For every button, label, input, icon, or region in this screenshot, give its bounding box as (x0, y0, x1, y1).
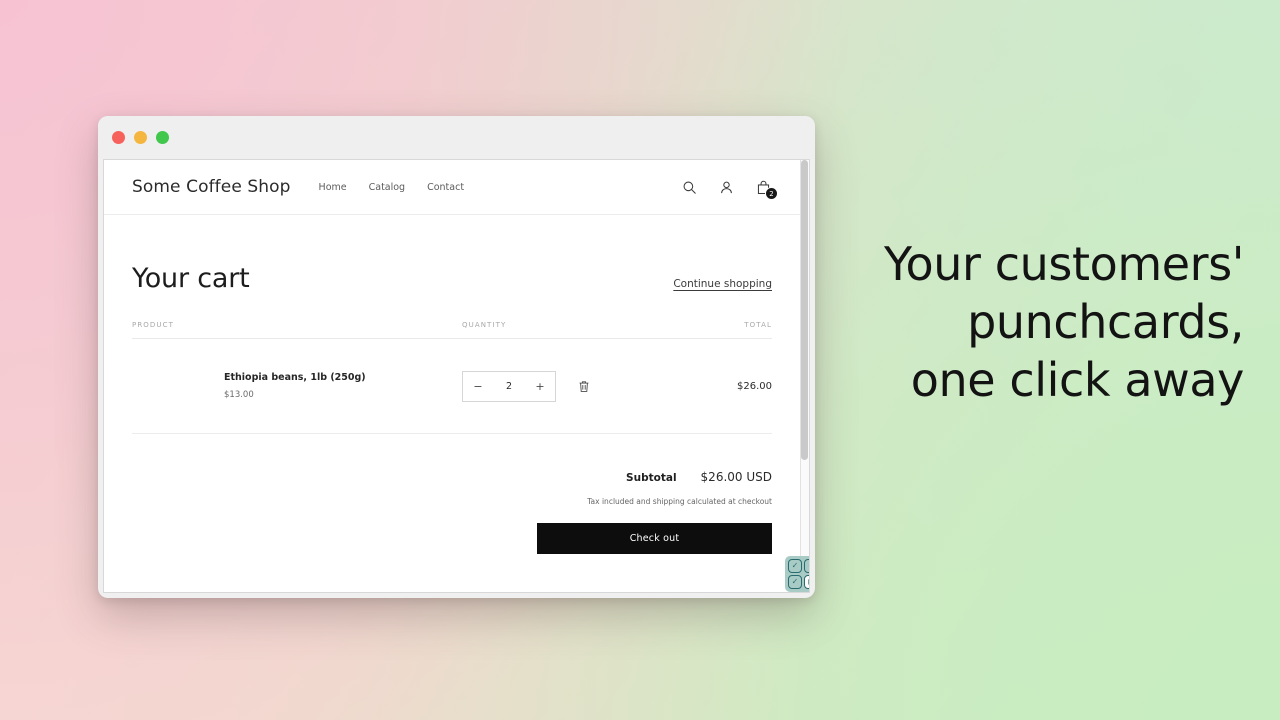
checkout-button[interactable]: Check out (537, 523, 772, 554)
site-header: Some Coffee Shop Home Catalog Contact 2 (104, 160, 800, 215)
quantity-value[interactable]: 2 (493, 381, 525, 392)
minimize-window-button[interactable] (134, 131, 147, 144)
punch-cell-1: ✓ (788, 559, 802, 573)
table-row: Ethiopia beans, 1lb (250g) $13.00 − 2 + (132, 339, 772, 434)
header-actions: 2 (680, 178, 778, 200)
page-title: Your cart (132, 263, 250, 294)
nav-link-contact[interactable]: Contact (427, 182, 464, 193)
punch-cell-2: ✓ (804, 559, 809, 573)
tax-shipping-note: Tax included and shipping calculated at … (587, 497, 772, 506)
quantity-cell: − 2 + (462, 370, 662, 402)
punchcard-widget-launcher[interactable]: ✓ ✓ ✓ ◼ (785, 556, 809, 592)
close-window-button[interactable] (112, 131, 125, 144)
cart-icon[interactable]: 2 (754, 178, 778, 200)
store-brand[interactable]: Some Coffee Shop (132, 177, 291, 197)
maximize-window-button[interactable] (156, 131, 169, 144)
product-info: Ethiopia beans, 1lb (250g) $13.00 (224, 372, 366, 400)
product-thumbnail (132, 357, 210, 415)
increase-quantity-button[interactable]: + (525, 372, 555, 401)
search-icon[interactable] (680, 178, 698, 196)
nav-link-catalog[interactable]: Catalog (369, 182, 405, 193)
nav-link-home[interactable]: Home (319, 182, 347, 193)
subtotal-value: $26.00 USD (700, 470, 772, 484)
trash-icon[interactable] (578, 380, 590, 393)
punch-cell-3: ✓ (788, 575, 802, 589)
continue-shopping-link[interactable]: Continue shopping (673, 278, 772, 290)
marketing-line-1: Your customers' (883, 237, 1244, 291)
marketing-line-3: one click away (910, 352, 1245, 407)
main-navigation: Home Catalog Contact (319, 182, 465, 193)
scrollbar-thumb[interactable] (801, 160, 808, 460)
cart-section: Your cart Continue shopping PRODUCT QUAN… (104, 215, 800, 554)
column-header-product: PRODUCT (132, 321, 174, 329)
product-name[interactable]: Ethiopia beans, 1lb (250g) (224, 372, 366, 383)
product-cell: Ethiopia beans, 1lb (250g) $13.00 (132, 357, 462, 415)
punch-cell-4: ◼ (804, 575, 809, 589)
column-header-quantity: QUANTITY (462, 321, 507, 329)
column-header-total: TOTAL (744, 321, 772, 329)
marketing-line-2: punchcards, (967, 294, 1244, 349)
account-icon[interactable] (717, 178, 735, 196)
cart-header-row: Your cart Continue shopping (132, 263, 772, 294)
cart-totals: Subtotal $26.00 USD Tax included and shi… (132, 434, 772, 554)
product-unit-price: $13.00 (224, 390, 254, 400)
line-item-total: $26.00 (737, 380, 772, 392)
window-titlebar (98, 116, 815, 159)
vertical-scrollbar[interactable] (800, 160, 809, 592)
cart-count-badge: 2 (765, 187, 778, 200)
decrease-quantity-button[interactable]: − (463, 372, 493, 401)
subtotal-row: Subtotal $26.00 USD (132, 470, 772, 484)
browser-viewport: Some Coffee Shop Home Catalog Contact 2 … (103, 159, 810, 593)
subtotal-label: Subtotal (626, 472, 677, 484)
cart-table-header: PRODUCT QUANTITY TOTAL (132, 321, 772, 339)
quantity-stepper[interactable]: − 2 + (462, 370, 556, 402)
storefront-page: Some Coffee Shop Home Catalog Contact 2 … (104, 160, 800, 592)
marketing-headline: Your customers' punchcards, one click aw… (814, 236, 1244, 410)
browser-window: Some Coffee Shop Home Catalog Contact 2 … (98, 116, 815, 598)
